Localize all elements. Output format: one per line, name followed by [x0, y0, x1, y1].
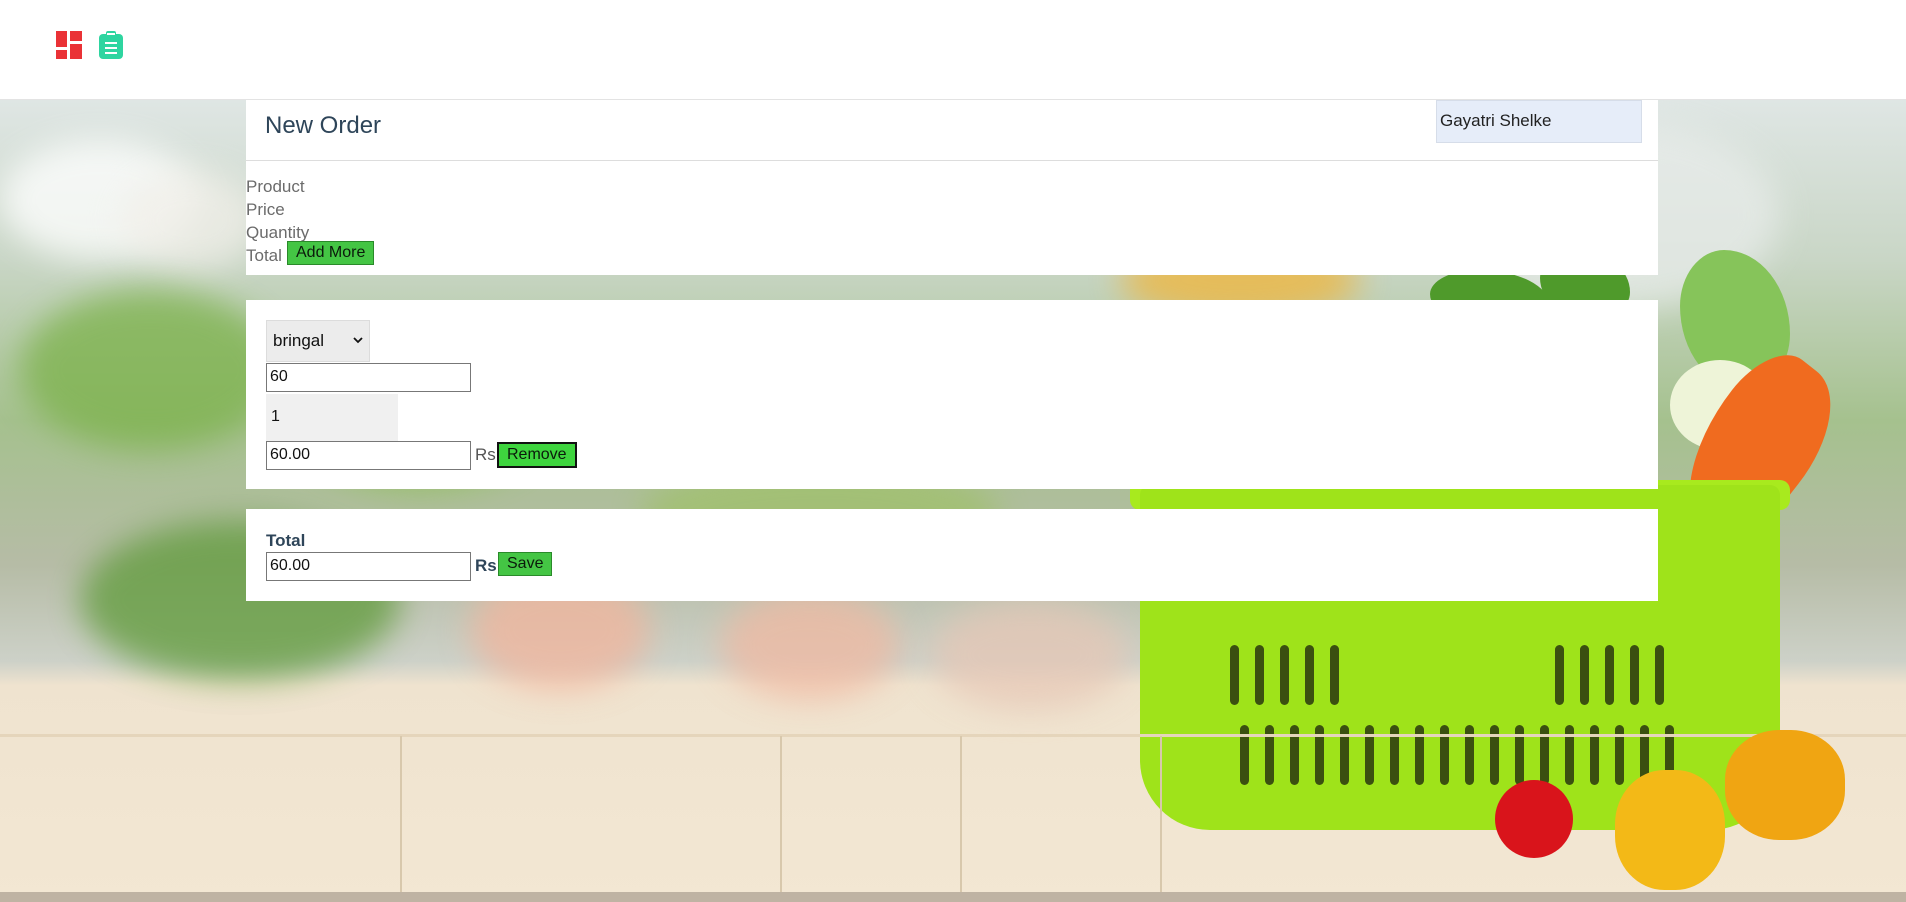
chevron-down-icon [353, 337, 363, 344]
save-button[interactable]: Save [498, 552, 553, 576]
add-more-button[interactable]: Add More [287, 241, 375, 265]
price-input[interactable]: 60 [266, 363, 471, 392]
line-total-input[interactable]: 60.00 [266, 441, 471, 470]
product-select-value: bringal [273, 331, 325, 350]
order-item-card: bringal 60 1 60.00 Rs Remove [246, 300, 1658, 489]
total-currency-label: Rs [475, 556, 497, 575]
product-label: Product [246, 177, 305, 196]
card-header: New Order Gayatri Shelke [246, 100, 1658, 161]
dashboard-icon[interactable] [56, 31, 82, 59]
grand-total-input[interactable]: 60.00 [266, 552, 471, 581]
quantity-input[interactable]: 1 [266, 394, 398, 442]
product-select[interactable]: bringal [266, 320, 370, 362]
total-heading: Total [266, 531, 306, 550]
customer-name-field[interactable]: Gayatri Shelke [1436, 100, 1642, 143]
remove-button[interactable]: Remove [497, 442, 577, 468]
new-order-header-card: New Order Gayatri Shelke Product Price Q… [246, 100, 1658, 275]
page-title: New Order [265, 112, 382, 139]
order-total-card: Total 60.00 Rs Save [246, 509, 1658, 601]
price-label: Price [246, 200, 285, 219]
currency-label: Rs [475, 445, 496, 464]
clipboard-icon[interactable] [98, 31, 124, 59]
top-nav-bar [0, 0, 1906, 100]
